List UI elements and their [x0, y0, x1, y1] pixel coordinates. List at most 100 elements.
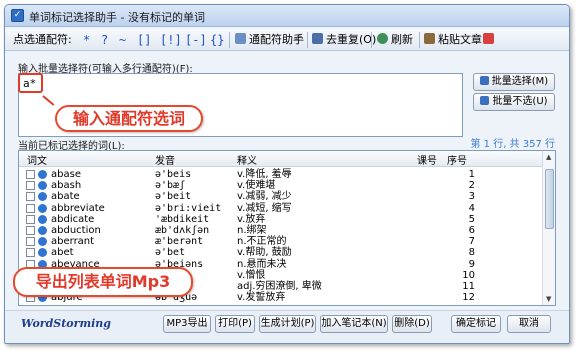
app-window: ✓ 单词标记选择助手 - 没有标记的单词 点选通配符: * ? ~ [] [!]… [4, 4, 570, 344]
cell-word: abate [51, 191, 80, 203]
table-row[interactable]: abase ə'beis v.降低, 羞辱 1 [19, 169, 543, 180]
row-status: 第 1 行, 共 357 行 [470, 139, 555, 150]
cell-word: aberrant [51, 236, 95, 248]
header-number[interactable]: 序号 [447, 152, 467, 167]
table-row[interactable]: abdicate 'æbdikeit v.放弃 5 [19, 214, 543, 225]
select-icon [479, 76, 489, 85]
header-lesson[interactable]: 课号 [417, 152, 437, 167]
table-row[interactable]: abash ə'bæʃ v.使难堪 2 [19, 180, 543, 191]
table-row[interactable]: abbreviate ə'bri:vieit v.减短, 缩写 4 [19, 203, 543, 214]
row-checkbox[interactable] [26, 181, 35, 191]
wildcard-label: 点选通配符: [13, 33, 72, 46]
row-checkbox[interactable] [26, 170, 35, 179]
cell-number: 12 [462, 292, 475, 304]
row-checkbox[interactable] [26, 237, 35, 247]
cell-number: 10 [462, 269, 475, 281]
undo-icon[interactable]: ↶ [294, 32, 303, 48]
toolbar-divider [371, 32, 372, 48]
refresh-button[interactable]: 刷新 [377, 32, 413, 48]
cancel-button[interactable]: 取消 [507, 315, 551, 333]
cell-number: 3 [468, 191, 475, 203]
clear-icon[interactable] [483, 32, 494, 48]
row-checkbox[interactable] [26, 248, 35, 258]
word-icon [38, 170, 47, 179]
table-row[interactable]: abduction æb'dʌkʃən n.绑架 6 [19, 225, 543, 236]
cell-word: abdicate [51, 213, 95, 225]
wildcard-not-brackets[interactable]: [!] [160, 32, 182, 48]
cell-phonetic: ə'beit [155, 191, 192, 203]
cell-phonetic: ə'beis [155, 169, 192, 180]
cell-word: abet [51, 247, 74, 259]
word-icon [38, 192, 47, 202]
batch-select-button[interactable]: 批量选择(M) [473, 73, 555, 91]
cell-number: 5 [468, 213, 475, 225]
header-definition[interactable]: 释义 [237, 152, 257, 167]
wildcard-tilde[interactable]: ~ [119, 32, 126, 48]
cell-word: abduction [51, 225, 101, 236]
word-icon [38, 203, 47, 213]
wildcard-question[interactable]: ? [101, 32, 108, 48]
window-title: 单词标记选择助手 - 没有标记的单词 [29, 11, 205, 24]
cell-number: 2 [468, 180, 475, 192]
title-bar: ✓ 单词标记选择助手 - 没有标记的单词 [5, 5, 569, 27]
cell-definition: v.帮助, 鼓励 [237, 247, 292, 259]
input-highlight [18, 73, 43, 93]
cell-phonetic: ə'bri:vieit [155, 202, 222, 214]
row-checkbox[interactable] [26, 226, 35, 235]
table-row[interactable]: abet ə'bet v.帮助, 鼓励 8 [19, 247, 543, 258]
wildcard-range[interactable]: [-] [185, 32, 207, 48]
cell-phonetic: æb'dʌkʃən [155, 225, 210, 236]
confirm-mark-button[interactable]: 确定标记 [451, 315, 501, 333]
word-icon [38, 237, 47, 247]
cell-definition: v.放弃 [237, 213, 266, 225]
cell-definition: v.降低, 羞辱 [237, 169, 292, 180]
generate-plan-button[interactable]: 生成计划(P) [259, 315, 316, 333]
cell-number: 4 [468, 202, 475, 214]
print-button[interactable]: 打印(P) [215, 315, 255, 333]
cell-number: 8 [468, 247, 475, 259]
table-scrollbar[interactable]: ▲ ▼ [542, 151, 555, 305]
add-notebook-button[interactable]: 加入笔记本(N) [320, 315, 388, 333]
toolbar-divider [307, 32, 308, 48]
row-checkbox[interactable] [26, 203, 35, 213]
deselect-icon [480, 96, 490, 105]
cell-phonetic: ə'bet [155, 247, 186, 259]
edit-icon [235, 33, 246, 44]
cell-word: abbreviate [51, 202, 105, 214]
toolbar: 点选通配符: * ? ~ [] [!] [-] {} 通配符助手 ↶ 去重复(O… [5, 29, 569, 51]
cell-definition: v.减弱, 减少 [237, 191, 292, 203]
wildcard-braces[interactable]: {} [210, 32, 224, 48]
delete-button[interactable]: 删除(D) [392, 315, 432, 333]
word-icon [38, 248, 47, 258]
cell-definition: adj.穷困潦倒, 卑微 [237, 281, 322, 292]
table-row[interactable]: aberrant æ'berənt n.不正常的 7 [19, 236, 543, 247]
table-row[interactable]: abate ə'beit v.减弱, 减少 3 [19, 191, 543, 202]
word-icon [38, 226, 47, 235]
cell-definition: n.不正常的 [237, 236, 287, 248]
word-icon [38, 214, 47, 224]
header-word[interactable]: 词文 [27, 152, 47, 167]
cell-word: abase [51, 169, 81, 180]
wildcard-brackets[interactable]: [] [137, 32, 151, 48]
scroll-up-icon[interactable]: ▲ [546, 153, 551, 161]
dedupe-button[interactable]: 去重复(O) [312, 32, 376, 48]
row-checkbox[interactable] [26, 214, 35, 224]
batch-deselect-button[interactable]: 批量不选(U) [473, 93, 555, 111]
header-phonetic[interactable]: 发音 [155, 152, 175, 167]
cell-number: 11 [462, 281, 475, 292]
wildcard-star[interactable]: * [83, 32, 90, 48]
cell-definition: n.绑架 [237, 225, 267, 236]
toolbar-divider [229, 32, 230, 48]
word-icon [38, 181, 47, 191]
cell-definition: n.悬而未决 [237, 258, 287, 270]
cell-phonetic: 'æbdikeit [155, 213, 210, 225]
row-checkbox[interactable] [26, 192, 35, 202]
paste-article-button[interactable]: 粘贴文章 [424, 32, 482, 48]
mp3-export-button[interactable]: MP3导出 [163, 315, 211, 333]
toolbar-divider [419, 32, 420, 48]
scroll-down-icon[interactable]: ▼ [546, 295, 551, 303]
paste-icon [424, 33, 435, 44]
export-callout: 导出列表单词Mp3 [13, 267, 193, 297]
cell-phonetic: æ'berənt [155, 236, 204, 248]
scroll-thumb[interactable] [545, 169, 554, 229]
